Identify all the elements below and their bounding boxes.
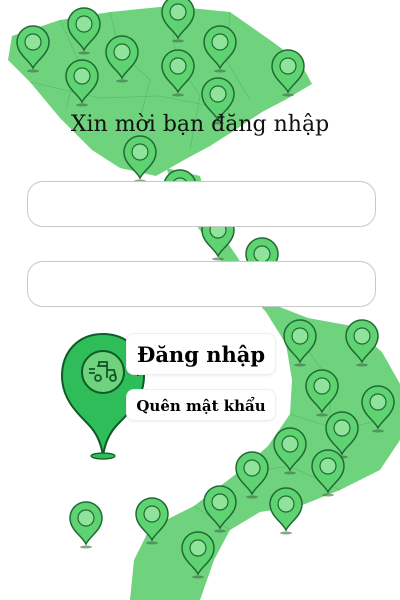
map-pin-dot <box>131 143 149 161</box>
map-pin-shadow <box>116 79 128 83</box>
map-pin-dot <box>113 43 131 61</box>
map-pin-dot <box>253 245 271 263</box>
map-pin-dot <box>169 57 187 75</box>
map-pin-shadow <box>146 541 158 545</box>
login-title: Xin mời bạn đăng nhập <box>70 112 330 137</box>
login-button[interactable]: Đăng nhập <box>126 333 276 375</box>
map-pin-dot <box>189 539 207 557</box>
map-pin-shadow <box>372 429 384 433</box>
map-pin-shadow <box>246 495 258 499</box>
map-pin-dot <box>369 393 387 411</box>
map-pin-shadow <box>172 39 184 43</box>
map-pin-dot <box>353 327 371 345</box>
map-pin-shadow <box>214 69 226 73</box>
map-pin-dot <box>279 57 297 75</box>
map-pin-dot <box>211 493 229 511</box>
map-pin-shadow <box>294 363 306 367</box>
map-pin-shadow <box>316 413 328 417</box>
map-pin-shadow <box>78 51 90 55</box>
map-pin-dot <box>77 509 95 527</box>
map-pin-dot <box>75 15 93 33</box>
map-pin-dot <box>319 457 337 475</box>
map-pin-dot <box>277 495 295 513</box>
map-pin-dot <box>333 419 351 437</box>
map-pin-dot <box>143 505 161 523</box>
map-pin-shadow <box>76 103 88 107</box>
username-input[interactable] <box>27 181 376 227</box>
map-pin-shadow <box>172 93 184 97</box>
map-pin-dot <box>209 85 227 103</box>
map-pin-dot <box>73 67 91 85</box>
map-pin-dot <box>243 459 261 477</box>
map-pin-shadow <box>356 363 368 367</box>
map-pin-shadow <box>80 545 92 549</box>
map-pin-dot <box>211 33 229 51</box>
map-pin-dot <box>313 377 331 395</box>
map-pin-shadow <box>214 529 226 533</box>
map-pin-dot <box>281 435 299 453</box>
password-input[interactable] <box>27 261 376 307</box>
map-pin-dot <box>169 3 187 21</box>
map-pin-dot <box>291 327 309 345</box>
map-pin-shadow <box>280 531 292 535</box>
login-screen: Xin mời bạn đăng nhập Đăng nhập Quên mật… <box>0 0 400 600</box>
forgot-password-button[interactable]: Quên mật khẩu <box>126 389 276 421</box>
map-pin-shadow <box>27 69 39 73</box>
map-pin-shadow <box>322 493 334 497</box>
map-pin-shadow <box>192 575 204 579</box>
map-pin-shadow <box>284 471 296 475</box>
map-pin-dot <box>24 33 42 51</box>
map-pin-shadow <box>282 93 294 97</box>
